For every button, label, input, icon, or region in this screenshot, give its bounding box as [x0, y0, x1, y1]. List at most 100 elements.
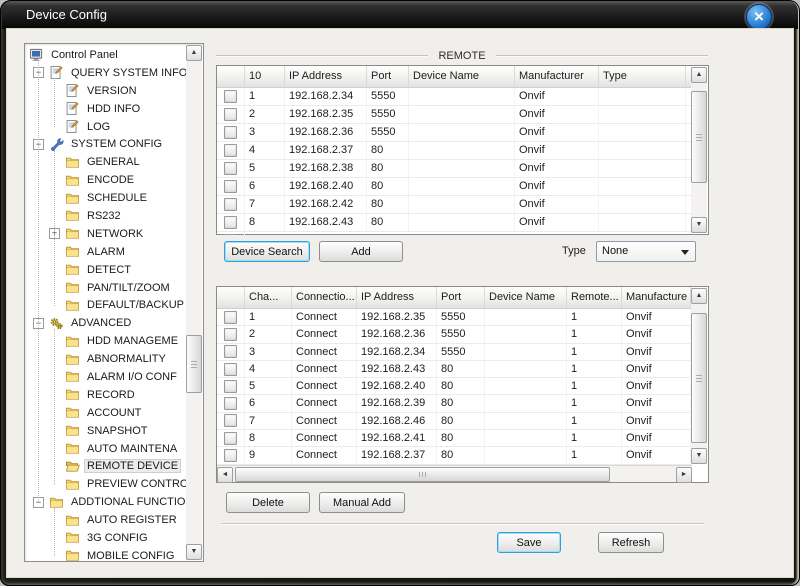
tree-item-hdd-manageme[interactable]: HDD MANAGEME — [25, 332, 186, 350]
row-checkbox[interactable] — [224, 431, 237, 445]
scrollbar-thumb[interactable] — [691, 313, 707, 443]
row-checkbox[interactable] — [224, 108, 237, 121]
type-dropdown[interactable]: None — [596, 241, 696, 262]
table-row[interactable]: 9 Connect 192.168.2.37 80 1 Onvif — [217, 447, 692, 465]
column-header-manufacturer[interactable]: Manufacturer — [515, 66, 599, 87]
table-row[interactable]: 3 192.168.2.36 5550 Onvif — [217, 124, 692, 142]
row-checkbox[interactable] — [224, 144, 237, 157]
tree-item-hdd-info[interactable]: HDD INFO — [25, 100, 186, 118]
tree-item-network[interactable]: + NETWORK — [25, 225, 186, 243]
search-table-scrollbar[interactable]: ▲ ▼ — [691, 67, 707, 233]
scrollbar-thumb[interactable] — [186, 335, 202, 393]
table-row[interactable]: 4 Connect 192.168.2.43 80 1 Onvif — [217, 360, 692, 379]
column-header-type[interactable]: Type — [599, 66, 686, 87]
table-row[interactable]: 7 192.168.2.42 80 Onvif — [217, 196, 692, 214]
tree-item-abnormality[interactable]: ABNORMALITY — [25, 350, 186, 368]
scrollbar-thumb[interactable] — [691, 91, 707, 183]
column-header-port[interactable]: Port — [437, 287, 485, 308]
row-checkbox[interactable] — [224, 362, 237, 376]
tree-item-alarm-i-o-conf[interactable]: ALARM I/O CONF — [25, 368, 186, 386]
checkbox-column-header[interactable] — [217, 66, 245, 87]
device-search-button[interactable]: Device Search — [224, 241, 310, 262]
column-header-ip-address[interactable]: IP Address — [357, 287, 437, 308]
row-checkbox[interactable] — [224, 449, 237, 463]
save-button[interactable]: Save — [497, 532, 561, 553]
delete-button[interactable]: Delete — [226, 492, 310, 513]
horizontal-scrollbar[interactable]: ◄ ► — [217, 465, 692, 483]
column-header-connectio[interactable]: Connectio... — [292, 287, 357, 308]
table-row[interactable]: 4 192.168.2.37 80 Onvif — [217, 142, 692, 160]
scroll-down-button[interactable]: ▼ — [186, 544, 202, 560]
row-checkbox[interactable] — [224, 345, 237, 359]
row-checkbox[interactable] — [224, 379, 237, 393]
table-row[interactable]: 6 192.168.2.40 80 Onvif — [217, 178, 692, 196]
column-header-manufacture[interactable]: Manufacture — [622, 287, 691, 308]
tree-item-schedule[interactable]: SCHEDULE — [25, 189, 186, 207]
device-table-scrollbar[interactable]: ▲ ▼ — [691, 288, 707, 464]
tree-item-preview-contro[interactable]: PREVIEW CONTRO — [25, 475, 186, 493]
table-row[interactable]: 1 Connect 192.168.2.35 5550 1 Onvif — [217, 309, 692, 327]
scroll-left-button[interactable]: ◄ — [217, 467, 233, 483]
column-header-port[interactable]: Port — [367, 66, 409, 87]
column-header-10[interactable]: 10 — [245, 66, 285, 87]
row-checkbox[interactable] — [224, 310, 237, 324]
table-row[interactable]: 2 192.168.2.35 5550 Onvif — [217, 106, 692, 124]
tree-item-rs232[interactable]: RS232 — [25, 207, 186, 225]
tree-item-pan-tilt-zoom[interactable]: PAN/TILT/ZOOM — [25, 279, 186, 297]
table-row[interactable]: 6 Connect 192.168.2.39 80 1 Onvif — [217, 395, 692, 413]
column-header-device-name[interactable]: Device Name — [409, 66, 515, 87]
tree-item-auto-register[interactable]: AUTO REGISTER — [25, 511, 186, 529]
row-checkbox[interactable] — [224, 162, 237, 175]
title-bar[interactable]: Device Config × — [2, 1, 798, 30]
tree-item-encode[interactable]: ENCODE — [25, 171, 186, 189]
table-row[interactable]: 8 192.168.2.43 80 Onvif — [217, 214, 692, 232]
tree-item-version[interactable]: VERSION — [25, 82, 186, 100]
tree-item-advanced[interactable]: − ADVANCED — [25, 314, 186, 332]
tree-item-query-system-info[interactable]: − QUERY SYSTEM INFO — [25, 64, 186, 82]
tree-item-remote-device[interactable]: REMOTE DEVICE — [25, 457, 186, 475]
scroll-up-button[interactable]: ▲ — [691, 67, 707, 83]
table-row[interactable]: 2 Connect 192.168.2.36 5550 1 Onvif — [217, 326, 692, 344]
scroll-right-button[interactable]: ► — [676, 467, 692, 483]
tree-item-mobile-config[interactable]: MOBILE CONFIG — [25, 547, 186, 561]
table-row[interactable]: 3 Connect 192.168.2.34 5550 1 Onvif — [217, 343, 692, 361]
scrollbar-thumb[interactable] — [235, 467, 610, 482]
scroll-down-button[interactable]: ▼ — [691, 217, 707, 233]
tree-scrollbar[interactable]: ▲ ▼ — [186, 45, 202, 560]
tree-item-log[interactable]: LOG — [25, 118, 186, 136]
tree-item-3g-config[interactable]: 3G CONFIG — [25, 529, 186, 547]
row-checkbox[interactable] — [224, 414, 237, 428]
manual-add-button[interactable]: Manual Add — [319, 492, 405, 513]
row-checkbox[interactable] — [224, 90, 237, 103]
tree-item-system-config[interactable]: − SYSTEM CONFIG — [25, 135, 186, 153]
tree-item-account[interactable]: ACCOUNT — [25, 404, 186, 422]
tree-item-record[interactable]: RECORD — [25, 386, 186, 404]
tree-item-general[interactable]: GENERAL — [25, 153, 186, 171]
column-header-cha[interactable]: Cha... — [245, 287, 292, 308]
tree-item-alarm[interactable]: ALARM — [25, 243, 186, 261]
refresh-button[interactable]: Refresh — [598, 532, 664, 553]
table-row[interactable]: 1 192.168.2.34 5550 Onvif — [217, 88, 692, 106]
table-row[interactable]: 5 Connect 192.168.2.40 80 1 Onvif — [217, 378, 692, 396]
tree-item-auto-maintena[interactable]: AUTO MAINTENA — [25, 440, 186, 458]
row-checkbox[interactable] — [224, 180, 237, 193]
scroll-up-button[interactable]: ▲ — [186, 45, 202, 61]
table-row[interactable]: 5 192.168.2.38 80 Onvif — [217, 160, 692, 178]
checkbox-column-header[interactable] — [217, 287, 245, 308]
scroll-up-button[interactable]: ▲ — [691, 288, 707, 304]
tree-item-control-panel[interactable]: Control Panel — [25, 46, 186, 64]
tree-item-addtional-functio[interactable]: − ADDTIONAL FUNCTIO — [25, 493, 186, 511]
row-checkbox[interactable] — [224, 216, 237, 229]
table-row[interactable]: 8 Connect 192.168.2.41 80 1 Onvif — [217, 430, 692, 448]
column-header-ip-address[interactable]: IP Address — [285, 66, 367, 87]
scroll-down-button[interactable]: ▼ — [691, 448, 707, 464]
close-button[interactable]: × — [746, 4, 772, 30]
row-checkbox[interactable] — [224, 397, 237, 411]
row-checkbox[interactable] — [224, 327, 237, 341]
column-header-device-name[interactable]: Device Name — [485, 287, 567, 308]
row-checkbox[interactable] — [224, 198, 237, 211]
row-checkbox[interactable] — [224, 126, 237, 139]
add-button[interactable]: Add — [319, 241, 403, 262]
tree-item-detect[interactable]: DETECT — [25, 261, 186, 279]
column-header-remote[interactable]: Remote... — [567, 287, 622, 308]
